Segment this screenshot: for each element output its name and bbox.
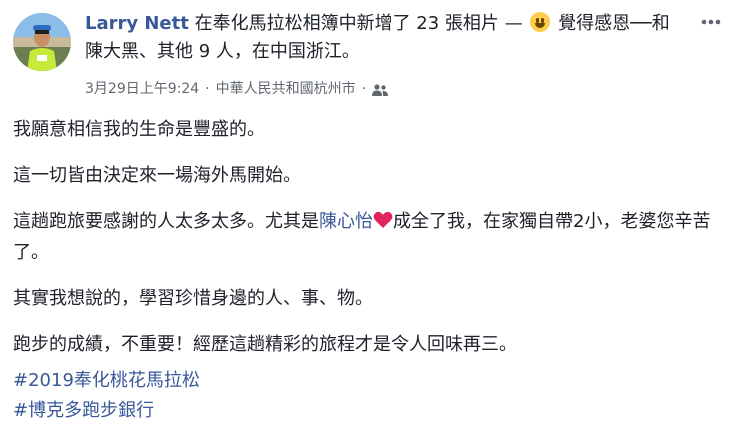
body-paragraph-4: 其實我想說的，學習珍惜身邊的人、事、物。 (13, 288, 373, 309)
feeling-text: 覺得感恩──和 (552, 13, 670, 34)
facebook-post: Larry Nett 在奉化馬拉松相簿中新增了 23 張相片 — 覺得感恩──和… (0, 0, 730, 421)
author-name-link[interactable]: Larry Nett (85, 13, 189, 34)
grinning-face-icon (530, 12, 551, 32)
meta-separator: · (205, 81, 210, 97)
post-header: Larry Nett 在奉化馬拉松相簿中新增了 23 張相片 — 覺得感恩──和… (85, 10, 685, 66)
hashtag-link-2[interactable]: #博克多跑步銀行 (13, 396, 723, 426)
more-horizontal-icon (701, 19, 721, 25)
body-paragraph-5: 跑步的成績，不重要！經歷這趟精彩的旅程才是令人回味再三。 (13, 334, 517, 355)
mention-link[interactable]: 陳心怡 (319, 211, 373, 232)
post-body: 我願意相信我的生命是豐盛的。 這一切皆由決定來一場海外馬開始。 這趟跑旅要感謝的… (13, 114, 723, 426)
post-action-text: 在奉化馬拉松相簿中新增了 23 張相片 — (188, 13, 529, 34)
friends-icon[interactable] (372, 83, 389, 96)
avatar-photo-icon (13, 13, 71, 71)
location-link[interactable]: 中国浙江 (270, 41, 342, 62)
red-heart-icon (373, 208, 393, 228)
p3-text-before: 這趟跑旅要感謝的人太多太多。尤其是 (13, 211, 319, 232)
hashtag-link-1[interactable]: #2019奉化桃花馬拉松 (13, 366, 723, 396)
body-paragraph-2: 這一切皆由決定來一場海外馬開始。 (13, 165, 301, 186)
header-end: 。 (341, 41, 360, 62)
meta-separator-2: · (361, 81, 367, 97)
place-link[interactable]: 中華人民共和國杭州市 (216, 80, 356, 98)
body-paragraph-1: 我願意相信我的生命是豐盛的。 (13, 119, 265, 140)
tagged-others-link[interactable]: 、其他 9 人 (139, 41, 234, 62)
location-prefix: ，在 (233, 41, 270, 62)
more-options-button[interactable] (700, 12, 722, 32)
timestamp-link[interactable]: 3月29日上午9:24 (85, 80, 199, 98)
body-paragraph-3: 這趟跑旅要感謝的人太多太多。尤其是陳心怡 成全了我，在家獨自帶2小，老婆您辛苦了。 (13, 206, 723, 268)
tagged-person-link[interactable]: 陳大黑 (85, 41, 139, 62)
post-meta: 3月29日上午9:24 · 中華人民共和國杭州市 · (85, 80, 389, 98)
avatar[interactable] (13, 13, 71, 71)
